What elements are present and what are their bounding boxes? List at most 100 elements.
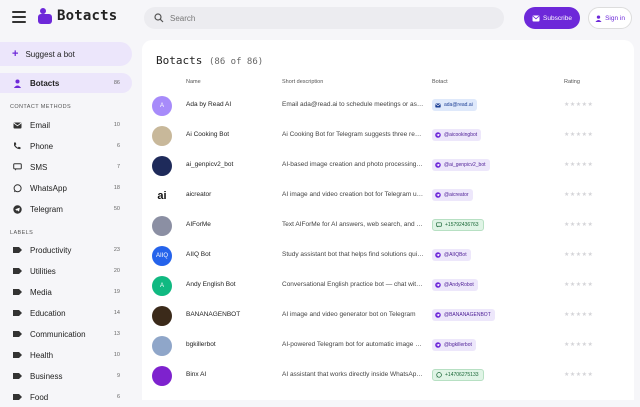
- botact-badge[interactable]: @aicookingbot: [432, 129, 482, 141]
- rating-stars[interactable]: ★★★★★: [564, 341, 593, 348]
- sidebar-item-label: Education: [30, 308, 66, 318]
- bot-name[interactable]: Binx AI: [186, 371, 206, 378]
- rating-stars[interactable]: ★★★★★: [564, 221, 593, 228]
- bot-name[interactable]: bgkillerbot: [186, 341, 216, 348]
- sign-in-button[interactable]: Sign in: [588, 7, 632, 29]
- rating-stars[interactable]: ★★★★★: [564, 251, 593, 258]
- sidebar-item-botacts[interactable]: Botacts 86: [0, 73, 132, 93]
- table-row[interactable]: bgkillerbot AI-powered Telegram bot for a…: [142, 330, 634, 360]
- botact-value: @AndyRobot: [444, 282, 474, 288]
- plus-icon: +: [12, 48, 19, 60]
- rating-stars[interactable]: ★★★★★: [564, 161, 593, 168]
- sidebar-item-communication[interactable]: Communication 13: [0, 324, 132, 344]
- menu-icon[interactable]: [12, 11, 26, 23]
- rating-stars[interactable]: ★★★★★: [564, 281, 593, 288]
- sidebar-item-utilities[interactable]: Utilities 20: [0, 261, 132, 281]
- search-input[interactable]: [170, 13, 470, 23]
- search-icon: [154, 13, 164, 23]
- bot-name[interactable]: Ai Cooking Bot: [186, 131, 229, 138]
- table-row[interactable]: ai aicreator AI image and video creation b…: [142, 180, 634, 210]
- suggest-bot-button[interactable]: + Suggest a bot: [0, 42, 132, 66]
- sidebar-item-count: 19: [113, 289, 120, 295]
- table-row[interactable]: ai_genpicv2_bot AI-based image creation a…: [142, 150, 634, 180]
- sidebar-item-label: Media: [30, 287, 52, 297]
- table-row[interactable]: A Ada by Read AI Email ada@read.ai to sche…: [142, 90, 634, 120]
- bot-name[interactable]: Ada by Read AI: [186, 101, 231, 108]
- column-header-name[interactable]: Name: [186, 79, 201, 85]
- botact-badge[interactable]: ada@read.ai: [432, 99, 477, 111]
- sidebar-item-education[interactable]: Education 14: [0, 303, 132, 323]
- avatar: A: [152, 276, 172, 296]
- bot-description: AI image and video generator bot on Tele…: [282, 311, 416, 318]
- email-icon: [12, 120, 22, 130]
- sidebar-item-count: 6: [116, 143, 120, 149]
- column-header-description[interactable]: Short description: [282, 79, 323, 85]
- sidebar-item-label: Communication: [30, 329, 86, 339]
- botact-value: +14706275133: [445, 372, 479, 378]
- rating-stars[interactable]: ★★★★★: [564, 191, 593, 198]
- table-row[interactable]: AIIQ AIIQ Bot Study assistant bot that hel…: [142, 240, 634, 270]
- bot-description: Email ada@read.ai to schedule meetings o…: [282, 101, 424, 108]
- sidebar-item-health[interactable]: Health 10: [0, 345, 132, 365]
- table-row[interactable]: AIForMe Text AIForMe for AI answers, web …: [142, 210, 634, 240]
- sms-icon: [12, 162, 22, 172]
- column-header-botact[interactable]: Botact: [432, 79, 448, 85]
- rating-stars[interactable]: ★★★★★: [564, 371, 593, 378]
- sidebar-item-phone[interactable]: Phone 6: [0, 136, 132, 156]
- subscribe-button[interactable]: Subscribe: [524, 7, 580, 29]
- sidebar-item-count: 6: [116, 394, 120, 400]
- sidebar-item-count: 7: [116, 164, 120, 170]
- avatar: [152, 156, 172, 176]
- table-row[interactable]: Ai Cooking Bot Ai Cooking Bot for Telegra…: [142, 120, 634, 150]
- sidebar-item-label: SMS: [30, 162, 48, 172]
- table-row[interactable]: Binx AI AI assistant that works directly …: [142, 360, 634, 390]
- sidebar-item-whatsapp[interactable]: WhatsApp 18: [0, 178, 132, 198]
- botact-badge[interactable]: +14706275133: [432, 369, 484, 381]
- sidebar-item-sms[interactable]: SMS 7: [0, 157, 132, 177]
- botact-badge[interactable]: @bgkillerbot: [432, 339, 476, 351]
- sidebar-item-media[interactable]: Media 19: [0, 282, 132, 302]
- table-row[interactable]: BANANAGENBOT AI image and video generator…: [142, 300, 634, 330]
- sidebar-item-productivity[interactable]: Productivity 23: [0, 240, 132, 260]
- app-name: Botacts: [57, 8, 118, 24]
- avatar: ai: [152, 186, 172, 206]
- botact-value: +15792436763: [445, 222, 479, 228]
- botact-badge[interactable]: @AndyRobot: [432, 279, 478, 291]
- suggest-label: Suggest a bot: [25, 49, 75, 59]
- sidebar-item-label: Food: [30, 392, 49, 402]
- botact-badge[interactable]: @BANANAGENBOT: [432, 309, 495, 321]
- label-icon: [12, 287, 22, 297]
- app-logo[interactable]: Botacts: [38, 8, 117, 24]
- table-row[interactable]: A Andy English Bot Conversational English …: [142, 270, 634, 300]
- column-header-rating[interactable]: Rating: [564, 79, 580, 85]
- rating-stars[interactable]: ★★★★★: [564, 311, 593, 318]
- botact-value: @AIIQBot: [444, 252, 467, 258]
- bot-name[interactable]: AIIQ Bot: [186, 251, 211, 258]
- bot-name[interactable]: Andy English Bot: [186, 281, 236, 288]
- email-icon: [435, 103, 441, 107]
- botact-badge[interactable]: +15792436763: [432, 219, 484, 231]
- sidebar-item-label: Productivity: [30, 245, 72, 255]
- rating-stars[interactable]: ★★★★★: [564, 101, 593, 108]
- avatar: [152, 306, 172, 326]
- bot-name[interactable]: BANANAGENBOT: [186, 311, 240, 318]
- sidebar-item-business[interactable]: Business 9: [0, 366, 132, 386]
- botact-badge[interactable]: @ai_genpicv2_bot: [432, 159, 490, 171]
- bot-name[interactable]: aicreator: [186, 191, 211, 198]
- sidebar-item-count: 86: [113, 80, 120, 86]
- botact-badge[interactable]: @AIIQBot: [432, 249, 471, 261]
- sidebar-item-email[interactable]: Email 10: [0, 115, 132, 135]
- botact-value: @bgkillerbot: [444, 342, 472, 348]
- telegram-icon: [435, 132, 441, 138]
- sidebar-item-count: 18: [113, 185, 120, 191]
- search-bar[interactable]: [144, 7, 504, 29]
- rating-stars[interactable]: ★★★★★: [564, 131, 593, 138]
- botact-badge[interactable]: @aicreator: [432, 189, 473, 201]
- bot-name[interactable]: ai_genpicv2_bot: [186, 161, 233, 168]
- sidebar-item-food[interactable]: Food 6: [0, 387, 132, 407]
- label-icon: [12, 371, 22, 381]
- bot-name[interactable]: AIForMe: [186, 221, 211, 228]
- top-bar: Botacts Subscribe Sign in: [0, 0, 640, 36]
- sidebar-item-telegram[interactable]: Telegram 50: [0, 199, 132, 219]
- avatar: [152, 216, 172, 236]
